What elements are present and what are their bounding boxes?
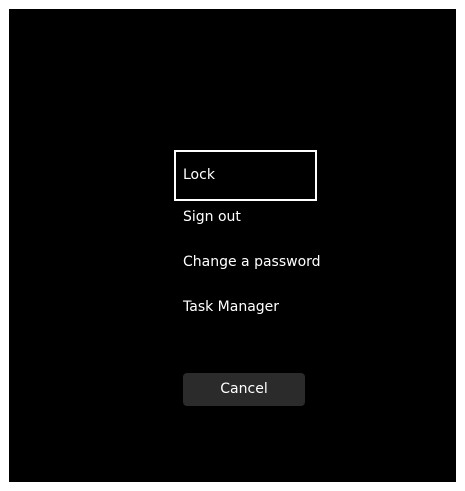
change-password-option[interactable]: Change a password: [174, 240, 374, 285]
cancel-button[interactable]: Cancel: [183, 373, 305, 406]
sign-out-option[interactable]: Sign out: [174, 195, 374, 240]
security-options-screen: Lock Sign out Change a password Task Man…: [9, 9, 456, 482]
lock-option[interactable]: Lock: [174, 150, 317, 201]
task-manager-option[interactable]: Task Manager: [174, 285, 374, 330]
security-options-menu: Lock Sign out Change a password Task Man…: [174, 150, 374, 330]
